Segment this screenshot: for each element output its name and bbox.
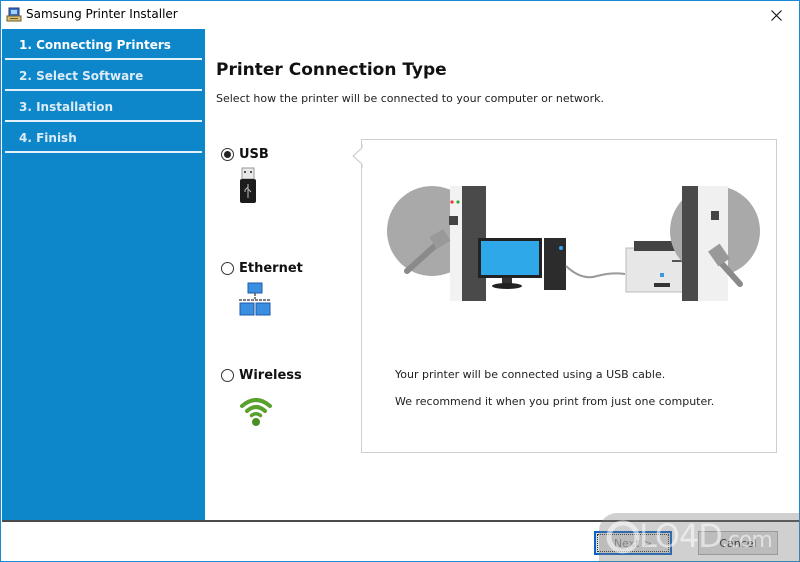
usb-radio[interactable]: [221, 148, 234, 161]
wireless-radio-option[interactable]: Wireless: [221, 368, 302, 383]
connection-description-line2: We recommend it when you print from just…: [395, 395, 715, 408]
installer-app-icon: [6, 7, 22, 22]
focus-rect: [597, 534, 669, 552]
page-title: Printer Connection Type: [216, 60, 447, 80]
ethernet-label: Ethernet: [239, 261, 303, 276]
cancel-button[interactable]: Cancel: [698, 531, 778, 555]
wireless-radio[interactable]: [221, 369, 234, 382]
connection-description-line1: Your printer will be connected using a U…: [395, 368, 666, 381]
step-installation: 3. Installation: [2, 91, 205, 122]
ethernet-network-icon: [239, 282, 271, 316]
ethernet-radio-option[interactable]: Ethernet: [221, 261, 303, 276]
panel-pointer-notch: [352, 144, 373, 168]
wizard-steps-sidebar: 1. Connecting Printers 2. Select Softwar…: [2, 29, 205, 520]
close-button[interactable]: [753, 1, 799, 29]
usb-label: USB: [239, 147, 269, 162]
step-select-software: 2. Select Software: [2, 60, 205, 91]
installer-window: Samsung Printer Installer 1. Connecting …: [0, 0, 800, 562]
next-button[interactable]: Next >: [594, 531, 672, 555]
usb-icon: [240, 167, 256, 203]
step-connecting-printers: 1. Connecting Printers: [2, 29, 205, 60]
step-label: 1. Connecting Printers: [19, 37, 171, 52]
page-description: Select how the printer will be connected…: [216, 92, 605, 105]
window-title: Samsung Printer Installer: [26, 7, 178, 21]
step-label: 2. Select Software: [19, 68, 144, 83]
step-label: 4. Finish: [19, 130, 77, 145]
wifi-icon: [240, 398, 272, 426]
footer-separator: [2, 520, 799, 522]
connection-detail-panel: Your printer will be connected using a U…: [361, 139, 777, 453]
close-icon: [770, 9, 782, 21]
wireless-label: Wireless: [239, 368, 302, 383]
step-finish: 4. Finish: [2, 122, 205, 153]
title-bar: Samsung Printer Installer: [1, 1, 799, 29]
usb-connection-illustration: [387, 186, 760, 301]
step-label: 3. Installation: [19, 99, 114, 114]
ethernet-radio[interactable]: [221, 262, 234, 275]
cancel-label: Cancel: [719, 536, 757, 550]
usb-radio-option[interactable]: USB: [221, 147, 269, 162]
